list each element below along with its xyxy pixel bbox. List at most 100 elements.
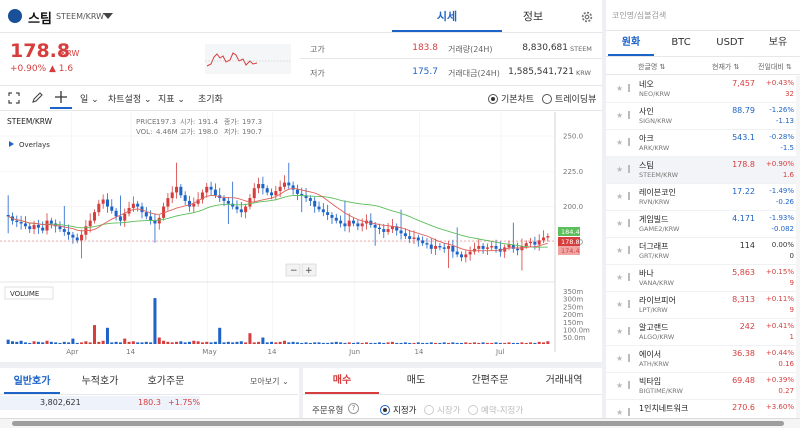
- volume-bar: [347, 342, 351, 344]
- ohlc-high-label: 고가:: [180, 127, 195, 136]
- order-type-reserve[interactable]: 예약-지정가: [468, 404, 523, 416]
- candle-body: [239, 209, 243, 213]
- candle-body: [226, 200, 230, 204]
- star-icon[interactable]: ★: [616, 354, 623, 363]
- search-input[interactable]: 코인명/심볼검색: [612, 10, 666, 21]
- volume-bar: [41, 342, 45, 344]
- market-row[interactable]: ★ 네오 NEO/KRW 7,457 +0.43% 32: [606, 76, 800, 103]
- tab-info[interactable]: 정보: [478, 4, 588, 32]
- market-row-price: 543.1: [732, 133, 755, 142]
- col-change-header[interactable]: 전일대비 ⇅: [758, 62, 792, 72]
- tab-orderbook-order[interactable]: 호가주문: [138, 372, 194, 394]
- market-row[interactable]: ★ 1인치네트워크 270.6 +3.60%: [606, 400, 800, 418]
- star-icon[interactable]: ★: [616, 84, 623, 93]
- market-row[interactable]: ★ 바나 VANA/KRW 5,863 +0.15% 9: [606, 265, 800, 292]
- market-row[interactable]: ★ 라이브피어 LPT/KRW 8,313 +0.11% 9: [606, 292, 800, 319]
- pencil-icon[interactable]: [31, 91, 44, 104]
- market-row[interactable]: ★ 더그래프 GRT/KRW 114 0.00% 0: [606, 238, 800, 265]
- candle-body: [265, 188, 269, 193]
- candle-body: [542, 237, 546, 241]
- y-axis-tick: 225.0: [563, 168, 583, 176]
- high-value: 183.8: [412, 43, 438, 53]
- candle-body: [494, 246, 498, 249]
- star-icon[interactable]: ★: [616, 165, 623, 174]
- star-icon[interactable]: ★: [616, 192, 623, 201]
- order-type-limit[interactable]: 지정가: [380, 404, 416, 416]
- volume-bar: [270, 341, 274, 344]
- interval-select[interactable]: 일 ⌄: [80, 92, 99, 105]
- fullscreen-icon[interactable]: [8, 92, 20, 104]
- tab-usdt[interactable]: USDT: [707, 32, 753, 56]
- candle-body: [382, 229, 386, 232]
- candle-body: [490, 246, 494, 248]
- market-row-pair: ATH/KRW: [639, 360, 669, 368]
- chart-pin-icon: [628, 354, 630, 362]
- chart-pin-icon: [628, 300, 630, 308]
- market-scrollbar[interactable]: [796, 76, 800, 418]
- volume-bar: [28, 342, 32, 344]
- volume-bar: [75, 342, 79, 344]
- col-price-header[interactable]: 현재가 ⇅: [712, 62, 739, 72]
- x-axis-tick: 14: [414, 348, 423, 356]
- star-icon[interactable]: ★: [616, 327, 623, 336]
- market-row[interactable]: ★ 아크 ARK/KRW 543.1 -0.28% -1.5: [606, 130, 800, 157]
- chart-settings-select[interactable]: 차트설정 ⌄: [108, 92, 152, 105]
- market-row-change-abs: 9: [789, 279, 794, 287]
- tab-sell[interactable]: 매도: [379, 370, 453, 394]
- star-icon[interactable]: ★: [616, 246, 623, 255]
- help-icon[interactable]: ?: [348, 403, 359, 414]
- market-row[interactable]: ★ 사인 SIGN/KRW 88.79 -1.26% -1.13: [606, 103, 800, 130]
- star-icon[interactable]: ★: [616, 273, 623, 282]
- market-row-price: 178.8: [732, 160, 755, 169]
- col-name-header[interactable]: 한글명 ⇅: [638, 62, 665, 72]
- star-icon[interactable]: ★: [616, 219, 623, 228]
- reset-button[interactable]: 초기화: [198, 92, 223, 105]
- star-icon[interactable]: ★: [616, 408, 623, 417]
- price-chart[interactable]: STEEM/KRW Overlays PRICE: 197.3 시가: 191.…: [0, 112, 602, 360]
- star-icon[interactable]: ★: [616, 381, 623, 390]
- star-icon[interactable]: ★: [616, 300, 623, 309]
- candle-body: [356, 223, 360, 227]
- star-icon[interactable]: ★: [616, 138, 623, 147]
- ohlc-high-value: 198.0: [198, 128, 218, 136]
- gear-icon[interactable]: [580, 10, 594, 24]
- market-row[interactable]: ★ 에이서 ATH/KRW 36.38 +0.44% 0.16: [606, 346, 800, 373]
- basic-chart-radio[interactable]: 기본차트: [488, 92, 534, 105]
- market-row[interactable]: ★ 스팀 STEEM/KRW 178.8 +0.90% 1.6: [606, 157, 800, 184]
- tab-holdings[interactable]: 보유: [755, 32, 800, 56]
- tab-krw[interactable]: 원화: [608, 32, 654, 56]
- market-row[interactable]: ★ 게임빌드 GAME2/KRW 4.171 -1.93% -0.082: [606, 211, 800, 238]
- volume-bar: [88, 342, 92, 344]
- tab-cumulative-orderbook[interactable]: 누적호가: [72, 372, 128, 394]
- tab-simple-order[interactable]: 간편주문: [453, 370, 527, 394]
- tab-trade-history[interactable]: 거래내역: [527, 370, 601, 394]
- candle-body: [213, 189, 217, 196]
- candle-body: [131, 203, 135, 208]
- coin-select-chevron-down-icon[interactable]: [103, 13, 113, 19]
- volume-bar: [67, 342, 71, 344]
- volume-bar: [231, 342, 235, 344]
- tradingview-radio[interactable]: 트레이딩뷰: [542, 92, 596, 105]
- order-type-market[interactable]: 시장가: [424, 404, 460, 416]
- view-select[interactable]: 모아보기 ⌄: [250, 376, 289, 387]
- candle-body: [339, 220, 343, 224]
- volume-bar: [291, 341, 295, 344]
- tab-normal-orderbook[interactable]: 일반호가: [4, 372, 60, 394]
- market-row[interactable]: ★ 알고랜드 ALGO/KRW 242 +0.41% 1: [606, 319, 800, 346]
- star-icon[interactable]: ★: [616, 111, 623, 120]
- tab-btc[interactable]: BTC: [658, 32, 704, 56]
- volume-bar: [114, 341, 118, 344]
- y-axis-tick: 200.0: [563, 203, 583, 211]
- candle-body: [71, 234, 75, 238]
- market-row[interactable]: ★ 빅타임 BIGTIME/KRW 69.48 +0.39% 0.27: [606, 373, 800, 400]
- candle-body: [330, 215, 334, 218]
- volume-bar: [317, 342, 321, 344]
- tab-buy[interactable]: 매수: [305, 370, 379, 394]
- page-scrollbar-thumb[interactable]: [12, 421, 784, 426]
- volume-bar: [175, 341, 179, 344]
- indicators-select[interactable]: 지표 ⌄: [158, 92, 185, 105]
- candle-body: [192, 203, 196, 207]
- crosshair-icon[interactable]: [54, 90, 68, 104]
- market-row[interactable]: ★ 레이븐코인 RVN/KRW 17.22 -1.49% -0.26: [606, 184, 800, 211]
- volume-bar: [295, 342, 299, 344]
